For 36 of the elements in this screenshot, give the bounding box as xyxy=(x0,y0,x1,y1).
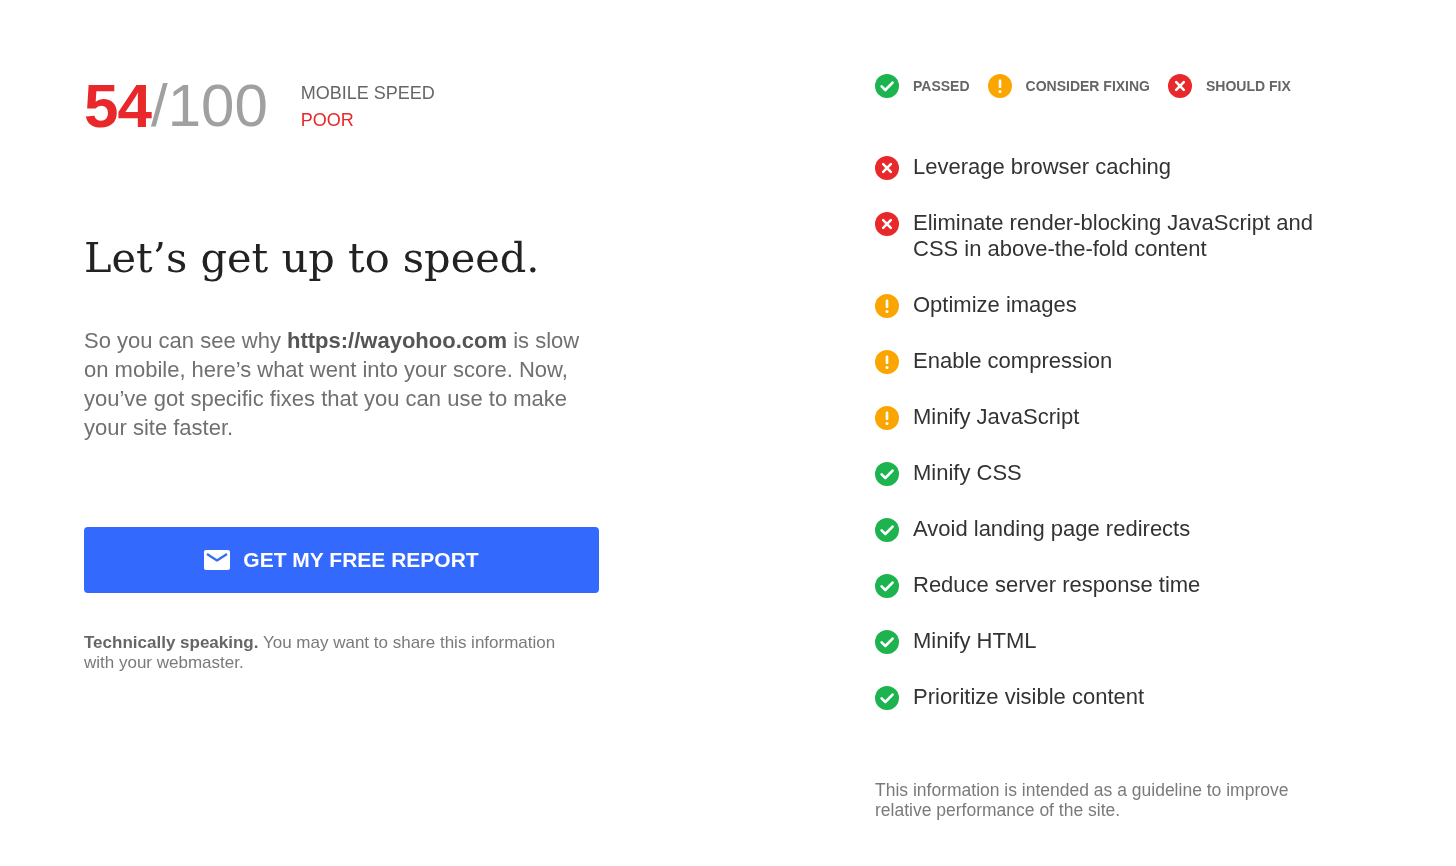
heading: Let’s get up to speed. xyxy=(84,232,540,284)
check-circle-icon xyxy=(875,630,899,654)
exclamation-circle-icon xyxy=(875,406,899,430)
legend-label: SHOULD FIX xyxy=(1206,77,1291,96)
check-circle-icon xyxy=(875,74,899,98)
score-total: /100 xyxy=(150,74,268,138)
rule-label: Minify JavaScript xyxy=(913,404,1080,430)
rule-label: Leverage browser caching xyxy=(913,154,1172,180)
check-circle-icon xyxy=(875,574,899,598)
note-text: Technically speaking. You may want to share this information with your webmaster. xyxy=(84,633,557,673)
exclamation-circle-icon xyxy=(987,74,1012,98)
speed-label: MOBILE SPEED xyxy=(300,82,435,105)
cross-circle-icon xyxy=(875,212,899,236)
exclamation-circle-icon xyxy=(875,294,899,318)
rule-label: Eliminate render-blocking JavaScript and CSS in above-the-fold content xyxy=(913,210,1314,262)
report-button[interactable]: GET MY FREE REPORT xyxy=(84,527,599,593)
mail-icon xyxy=(204,550,231,570)
score-value: 54 xyxy=(84,74,151,138)
rule-label: Reduce server response time xyxy=(913,572,1201,598)
rule-label: Avoid landing page redirects xyxy=(913,516,1191,542)
legend-label: CONSIDER FIXING xyxy=(1025,77,1150,96)
rating-label: POOR xyxy=(300,109,354,132)
rule-label: Minify HTML xyxy=(913,628,1037,654)
rule-label: Optimize images xyxy=(913,292,1077,318)
exclamation-circle-icon xyxy=(875,350,899,374)
cross-circle-icon xyxy=(1168,74,1192,98)
disclaimer-text: This information is intended as a guideline to improve relative performance of the site. xyxy=(875,780,1290,820)
legend-label: PASSED xyxy=(913,77,970,96)
cross-circle-icon xyxy=(875,156,899,180)
rule-label: Enable compression xyxy=(913,348,1113,374)
check-circle-icon xyxy=(875,462,899,486)
check-circle-icon xyxy=(875,686,899,710)
check-circle-icon xyxy=(875,518,899,542)
rule-label: Minify CSS xyxy=(913,460,1022,486)
rule-label: Prioritize visible content xyxy=(913,684,1145,710)
intro-text: So you can see why https://wayohoo.com is slow on mobile, here’s what went into your score. Now, you’ve got specific fixes that you can use to make your site faster. xyxy=(84,327,581,442)
